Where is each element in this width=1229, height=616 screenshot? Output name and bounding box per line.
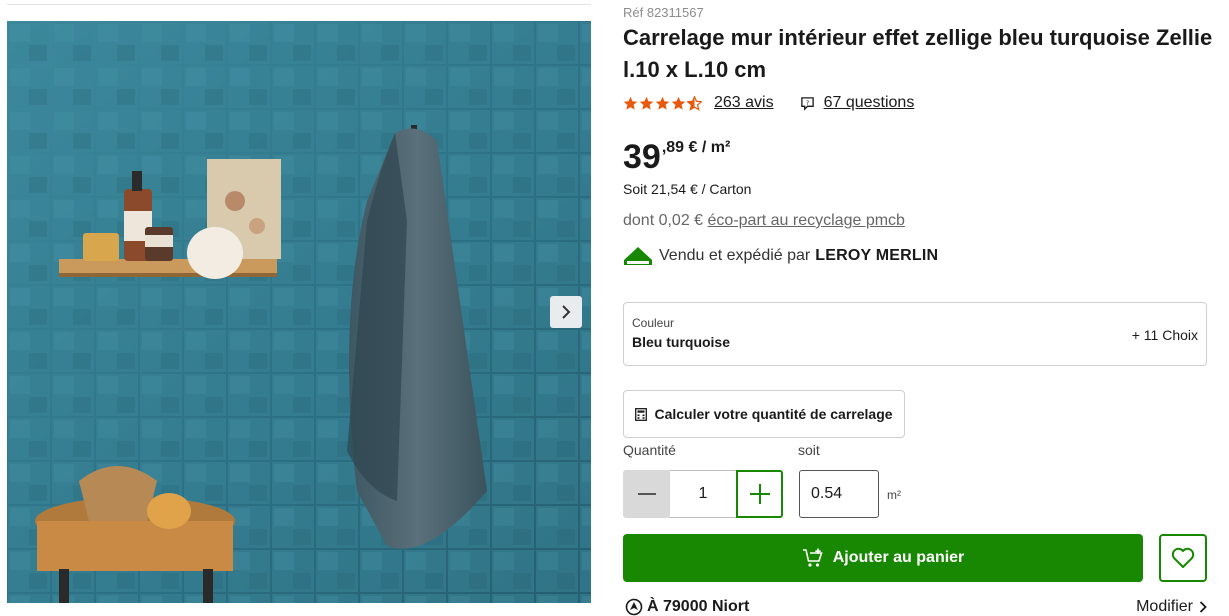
star-full-icon [671,96,686,110]
location-pin-icon [625,598,643,616]
quantity-input[interactable]: 1 [670,470,736,518]
chevron-right-icon [1199,601,1207,613]
leroy-merlin-logo-icon [624,247,652,265]
minus-icon [637,493,656,495]
calculate-quantity-button[interactable]: Calculer votre quantité de carrelage [623,390,905,438]
questions-link[interactable]: 67 questions [824,94,915,112]
product-title: Carrelage mur intérieur effet zellige bl… [623,25,1213,82]
star-full-icon [623,96,638,110]
product-reference: Réf 82311567 [623,5,704,20]
rating-stars [623,95,702,111]
color-value: Bleu turquoise [632,334,731,350]
calculate-quantity-label: Calculer votre quantité de carrelage [654,406,893,422]
cart-plus-icon [802,548,823,567]
product-photo-illustration [7,21,591,603]
price-integer: 39 [623,138,661,176]
square-meter-unit: m² [887,488,901,502]
plus-icon [749,484,770,504]
star-full-icon [639,96,654,110]
color-selector[interactable]: Couleur Bleu turquoise + 11 Choix [623,302,1207,366]
add-to-cart-button[interactable]: Ajouter au panier [623,534,1143,582]
star-half-icon [687,95,702,111]
store-label: À 79000 Niort [647,598,750,615]
quantity-decrease-button[interactable] [623,470,670,518]
seller-row: Vendu et expédié par LEROY MERLIN [623,246,938,266]
equivalent-label: soit [798,442,820,458]
modify-store-label: Modifier [1136,598,1193,615]
quantity-label: Quantité [623,442,676,458]
store-location: À 79000 Niort [625,598,749,616]
gallery-top-divider [7,4,591,5]
ecopart-amount: dont 0,02 € [623,212,708,229]
quantity-increase-button[interactable] [736,470,783,518]
product-image[interactable] [7,21,591,603]
square-meter-input[interactable]: 0.54 [799,470,879,518]
color-label: Couleur [632,316,675,330]
ecopart-link[interactable]: éco-part au recyclage pmcb [708,212,905,229]
quantity-stepper: 1 [623,470,783,518]
color-more-choices[interactable]: + 11 Choix [1132,327,1198,343]
svg-text:?: ? [805,98,809,106]
modify-store-button[interactable]: Modifier [1136,598,1207,616]
chevron-right-icon [562,305,571,319]
price-per-carton: Soit 21,54 € / Carton [623,181,752,197]
star-full-icon [655,96,670,110]
product-gallery [0,0,600,616]
ecopart-row: dont 0,02 € éco-part au recyclage pmcb [623,212,905,230]
gallery-next-button[interactable] [550,296,582,328]
seller-brand: LEROY MERLIN [815,247,939,264]
price-decimal-unit: ,89 € / m² [661,139,731,156]
price: 39 ,89 € / m² [623,138,730,176]
rating-row: 263 avis ? 67 questions [623,94,914,112]
calculator-icon [635,407,648,421]
heart-icon [1171,547,1195,568]
add-to-favorites-button[interactable] [1159,534,1207,582]
seller-prefix: Vendu et expédié par [659,247,811,264]
reviews-link[interactable]: 263 avis [714,94,774,112]
question-bubble-icon: ? [800,96,814,111]
add-to-cart-label: Ajouter au panier [832,549,965,566]
